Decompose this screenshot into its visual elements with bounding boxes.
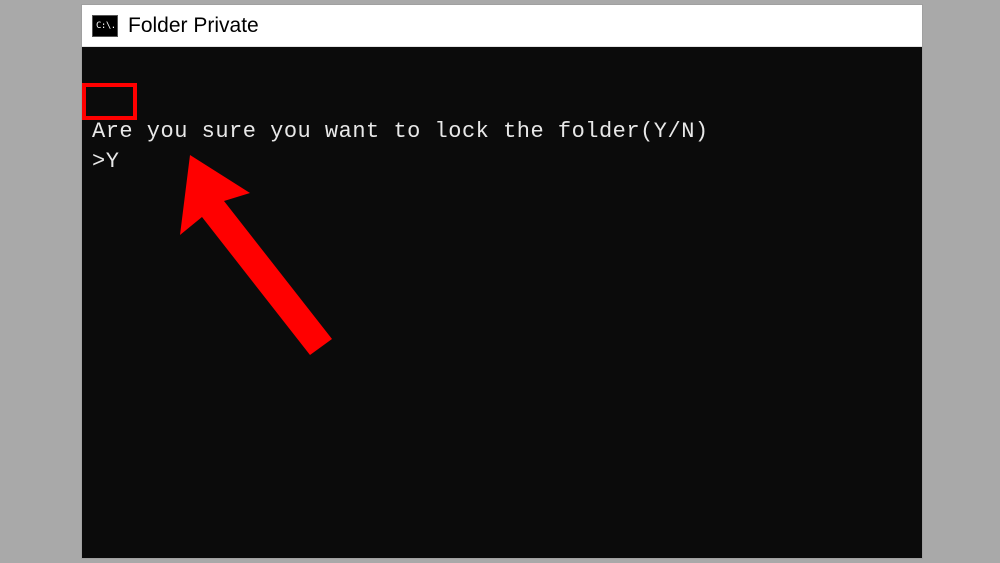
window-titlebar[interactable]: C:\. Folder Private: [82, 5, 922, 47]
terminal-body[interactable]: Are you sure you want to lock the folder…: [82, 47, 922, 558]
terminal-user-input[interactable]: Y: [106, 149, 120, 174]
terminal-prompt-symbol: >: [92, 149, 106, 174]
window-title: Folder Private: [128, 14, 259, 38]
cmd-icon: C:\.: [92, 15, 118, 37]
annotation-highlight-box: [82, 83, 137, 120]
terminal-prompt-question: Are you sure you want to lock the folder…: [92, 117, 912, 148]
command-prompt-window: C:\. Folder Private Are you sure you wan…: [82, 5, 922, 558]
